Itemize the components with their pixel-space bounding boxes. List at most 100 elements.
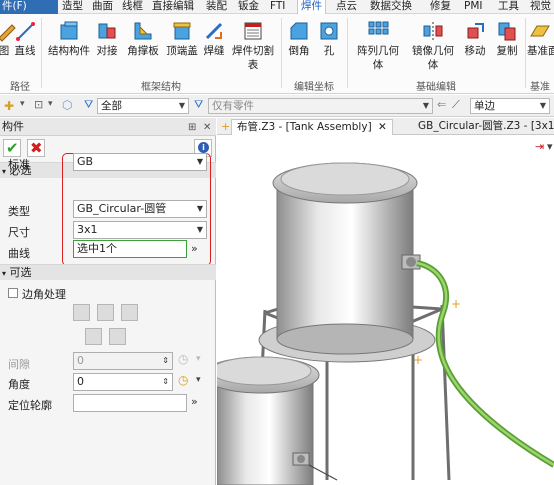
move-button[interactable]: 移动 (460, 20, 490, 58)
gusset-button[interactable]: 角撑板 (124, 20, 162, 58)
angle-input[interactable]: 0 ⇕ (73, 373, 173, 391)
menu-assembly[interactable]: 装配 (206, 0, 227, 14)
butt-joint-icon (98, 23, 116, 39)
corner-type-1-button[interactable] (73, 304, 90, 321)
locate-profile-label: 定位轮廓 (8, 399, 52, 412)
locate-profile-input[interactable] (73, 394, 187, 412)
check-icon: ✔ (6, 139, 19, 157)
size-select[interactable]: 3x1 ▼ (73, 221, 207, 239)
double-chevron-icon[interactable]: » (191, 395, 198, 408)
graphics-viewport[interactable]: + 布管.Z3 - [Tank Assembly] ✕ GB_Circular-… (217, 118, 554, 485)
close-icon[interactable]: ✕ (378, 121, 387, 133)
measure-icon[interactable]: ◷ (178, 352, 188, 366)
select-box-icon[interactable]: ⊡ (34, 98, 43, 111)
weld-bead-icon (205, 22, 223, 40)
corner-type-4-button[interactable] (85, 328, 102, 345)
measure-icon[interactable]: ◷ (178, 373, 188, 387)
corner-type-5-button[interactable] (109, 328, 126, 345)
ribbon-line-button[interactable]: 直线 (12, 20, 38, 58)
menu-point-cloud[interactable]: 点云 (336, 0, 357, 14)
menu-data-exchange[interactable]: 数据交换 (370, 0, 412, 14)
funnel-icon: ⛛ (194, 98, 204, 111)
arrow-left-icon[interactable]: ⇐ (437, 98, 446, 111)
menu-surface[interactable]: 曲面 (92, 0, 113, 14)
menu-visual[interactable]: 视觉 (530, 0, 551, 14)
spin-icon: ⇕ (162, 356, 169, 365)
menu-file[interactable]: 件(F) (0, 0, 58, 14)
ribbon-sketch-button[interactable]: 图 (0, 20, 16, 58)
standard-select[interactable]: GB ▼ (73, 153, 207, 171)
menu-wireframe[interactable]: 线框 (122, 0, 143, 14)
menu-weldment[interactable]: 焊件 (297, 0, 326, 14)
menu-modeling[interactable]: 造型 (62, 0, 83, 14)
menu-bar: 件(F) 造型 曲面 线框 直接编辑 装配 钣金 FTI 焊件 点云 数据交换 … (0, 0, 554, 14)
cross-icon: ✖ (30, 139, 43, 157)
gap-input[interactable]: 0 ⇕ (73, 352, 173, 370)
panel-title-bar: 构件 ⊞ ✕ (0, 118, 216, 136)
ok-button[interactable]: ✔ (3, 139, 21, 157)
chevron-down-icon[interactable]: ▾ (196, 375, 201, 385)
chevron-down-icon: ▼ (178, 101, 185, 110)
cancel-button[interactable]: ✖ (27, 139, 45, 157)
tab-circular-pipe[interactable]: GB_Circular-圆管.Z3 - [3x1] (413, 119, 554, 135)
gap-label: 间隙 (8, 358, 30, 371)
spin-icon: ⇕ (162, 377, 169, 386)
tank-assembly-model[interactable]: + + (217, 135, 554, 485)
group-label-datum: 基准 (530, 82, 550, 93)
cut-list-button[interactable]: 焊件切割 表 (230, 20, 276, 72)
datum-plane-button[interactable]: 基准面 (527, 20, 554, 58)
chevron-down-icon: ▼ (196, 157, 203, 166)
point-marker-icon: + (413, 353, 423, 367)
filter-parts-select[interactable]: 仅有零件 ▼ (208, 98, 433, 114)
double-chevron-icon[interactable]: » (191, 242, 198, 255)
edge-mode-select[interactable]: 单边 ▼ (470, 98, 550, 114)
curve-label: 曲线 (8, 247, 30, 260)
end-cap-button[interactable]: 顶端盖 (163, 20, 201, 58)
filter-all-select[interactable]: 全部 ▼ (97, 98, 189, 114)
close-icon[interactable]: ✕ (203, 119, 211, 136)
green-pipe (416, 260, 554, 468)
standard-label: 标准 (8, 158, 30, 171)
panel-title: 构件 (2, 120, 24, 133)
end-cap-icon (173, 22, 191, 40)
optional-section-header[interactable]: ▾ 可选 (0, 264, 216, 280)
edge-select-icon[interactable]: ⟋ (452, 98, 460, 112)
angle-label: 角度 (8, 378, 30, 391)
info-icon: i (198, 142, 209, 153)
size-label: 尺寸 (8, 226, 30, 239)
chevron-down-icon: ▼ (196, 225, 203, 234)
plus-icon[interactable]: ✚ (4, 99, 14, 113)
pattern-button[interactable]: 阵列几何 体 (352, 20, 404, 72)
chevron-down-icon[interactable]: ▾ (196, 354, 201, 364)
mirror-button[interactable]: 镜像几何 体 (407, 20, 459, 72)
corner-type-3-button[interactable] (121, 304, 138, 321)
type-label: 类型 (8, 205, 30, 218)
menu-repair[interactable]: 修复 (430, 0, 451, 14)
copy-button[interactable]: 复制 (492, 20, 522, 58)
corner-treatment-checkbox[interactable] (8, 288, 18, 298)
corner-type-2-button[interactable] (97, 304, 114, 321)
menu-sheetmetal[interactable]: 钣金 (238, 0, 259, 14)
chevron-down-icon: ▼ (539, 101, 546, 110)
plus-icon[interactable]: + (221, 120, 230, 133)
tab-tank-assembly[interactable]: 布管.Z3 - [Tank Assembly] ✕ (231, 119, 393, 135)
type-select[interactable]: GB_Circular-圆管 ▼ (73, 200, 207, 218)
pin-icon[interactable]: ⊞ (188, 119, 196, 136)
curve-input[interactable]: 选中1个 (73, 240, 187, 258)
structural-member-button[interactable]: 结构构件 (46, 20, 92, 58)
menu-pmi[interactable]: PMI (464, 0, 483, 14)
chamfer-button[interactable]: 倒角 (285, 20, 313, 58)
chevron-down-icon[interactable]: ▾ (48, 99, 53, 109)
menu-fti[interactable]: FTI (270, 0, 285, 14)
menu-tools[interactable]: 工具 (498, 0, 519, 14)
menu-direct-edit[interactable]: 直接编辑 (152, 0, 194, 14)
pattern-icon (368, 21, 389, 35)
hexagon-icon[interactable]: ⬡ (62, 98, 72, 112)
weld-bead-button[interactable]: 焊缝 (201, 20, 227, 58)
butt-joint-button[interactable]: 对接 (94, 20, 120, 58)
chevron-down-icon[interactable]: ▾ (20, 99, 25, 109)
upper-tank-body (276, 182, 414, 340)
hole-button[interactable]: 孔 (318, 20, 340, 58)
chamfer-icon (290, 22, 308, 40)
chevron-down-icon: ▼ (196, 204, 203, 213)
